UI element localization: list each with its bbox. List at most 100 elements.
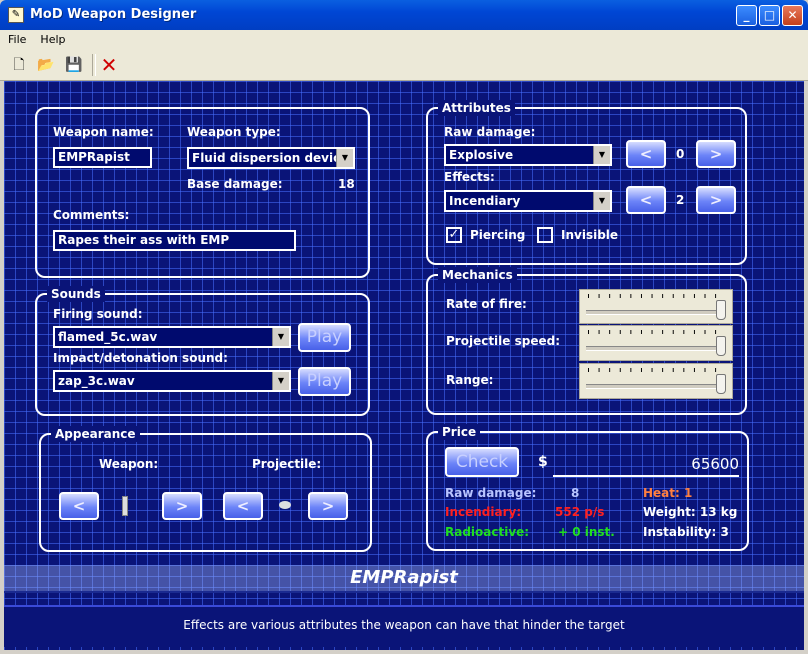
range-slider[interactable]: [579, 363, 733, 399]
projectile-appearance-label: Projectile:: [252, 457, 322, 471]
attributes-panel: Attributes Raw damage: Explosive ▼ < 0 >…: [426, 100, 747, 265]
close-button[interactable]: ✕: [782, 5, 803, 26]
price-panel: Price Check $ 65600 Raw damage: 8 Heat: …: [426, 424, 749, 551]
base-damage-value: 18: [338, 177, 355, 191]
designer-area: Weapon name: Weapon type: EMPRapist Flui…: [4, 81, 804, 650]
raw-damage-price-label: Raw damage:: [445, 486, 537, 500]
rate-of-fire-label: Rate of fire:: [446, 297, 527, 311]
banner-weapon-name: EMPRapist: [350, 567, 458, 588]
check-price-button[interactable]: Check: [445, 447, 519, 477]
slider-ticks: [588, 368, 724, 372]
status-text: Effects are various attributes the weapo…: [183, 618, 625, 632]
weapon-prev-button[interactable]: <: [59, 492, 99, 520]
weapon-type-select[interactable]: Fluid dispersion device ▼: [187, 147, 355, 169]
raw-damage-next-button[interactable]: >: [696, 140, 736, 168]
range-label: Range:: [446, 373, 494, 387]
status-bar: Effects are various attributes the weapo…: [4, 605, 804, 647]
invisible-checkbox[interactable]: [537, 227, 553, 243]
new-file-icon[interactable]: 🗋: [8, 54, 30, 76]
raw-damage-label: Raw damage:: [444, 125, 536, 139]
chevron-down-icon[interactable]: ▼: [272, 328, 289, 346]
piercing-label: Piercing: [470, 228, 526, 242]
effects-prev-button[interactable]: <: [626, 186, 666, 214]
price-legend: Price: [438, 424, 481, 440]
projectile-next-button[interactable]: >: [308, 492, 348, 520]
appearance-legend: Appearance: [51, 426, 140, 442]
instability-stat: Instability: 3: [643, 525, 729, 539]
raw-damage-price-value: 8: [571, 486, 580, 500]
sounds-legend: Sounds: [47, 286, 105, 302]
toolbar: 🗋 📂 💾 ✕: [0, 50, 808, 81]
weapon-next-button[interactable]: >: [162, 492, 202, 520]
rate-of-fire-slider[interactable]: [579, 289, 733, 324]
mechanics-legend: Mechanics: [438, 267, 517, 283]
piercing-checkbox[interactable]: ✓: [446, 227, 462, 243]
impact-sound-label: Impact/detonation sound:: [53, 351, 228, 365]
incendiary-value: 552 p/s: [555, 505, 605, 519]
projectile-sprite-image: [279, 501, 291, 509]
effects-label: Effects:: [444, 170, 495, 184]
raw-damage-prev-button[interactable]: <: [626, 140, 666, 168]
weapon-sprite-image: [122, 496, 128, 516]
maximize-button[interactable]: □: [759, 5, 780, 26]
radioactive-label: Radioactive:: [445, 525, 530, 539]
invisible-label: Invisible: [561, 228, 619, 242]
menu-file[interactable]: File: [0, 30, 32, 46]
firing-sound-value: flamed_5c.wav: [58, 330, 158, 344]
weapon-appearance-label: Weapon:: [99, 457, 159, 471]
play-firing-sound-button[interactable]: Play: [298, 323, 351, 352]
title-bar[interactable]: ✎ MoD Weapon Designer _ □ ✕: [0, 0, 808, 30]
weapon-name-label: Weapon name:: [53, 125, 154, 139]
slider-thumb[interactable]: [716, 300, 726, 320]
heat-stat: Heat: 1: [643, 486, 693, 500]
weapon-type-label: Weapon type:: [187, 125, 281, 139]
app-icon: ✎: [8, 7, 24, 23]
slider-track: [586, 346, 726, 351]
comments-label: Comments:: [53, 208, 130, 222]
delete-icon[interactable]: ✕: [98, 54, 120, 76]
raw-damage-count: 0: [676, 147, 685, 161]
menu-bar: File Help: [0, 30, 808, 50]
incendiary-label: Incendiary:: [445, 505, 522, 519]
weapon-type-value: Fluid dispersion device: [192, 151, 349, 165]
weapon-name-input[interactable]: EMPRapist: [53, 147, 152, 168]
slider-thumb[interactable]: [716, 336, 726, 356]
effects-value: Incendiary: [449, 194, 521, 208]
chevron-down-icon[interactable]: ▼: [593, 146, 610, 164]
comments-input[interactable]: Rapes their ass with EMP: [53, 230, 296, 251]
impact-sound-select[interactable]: zap_3c.wav ▼: [53, 370, 291, 392]
weapon-panel: Weapon name: Weapon type: EMPRapist Flui…: [35, 107, 370, 278]
open-folder-icon[interactable]: 📂: [35, 54, 57, 76]
slider-thumb[interactable]: [716, 374, 726, 394]
appearance-panel: Appearance Weapon: Projectile: < > < >: [39, 426, 372, 552]
slider-ticks: [588, 294, 724, 298]
sounds-panel: Sounds Firing sound: flamed_5c.wav ▼ Pla…: [35, 286, 370, 416]
projectile-speed-slider[interactable]: [579, 325, 733, 361]
weight-stat: Weight: 13 kg: [643, 505, 738, 519]
play-impact-sound-button[interactable]: Play: [298, 367, 351, 396]
firing-sound-select[interactable]: flamed_5c.wav ▼: [53, 326, 291, 348]
price-value: 65600: [553, 453, 739, 477]
slider-track: [586, 310, 726, 315]
effects-next-button[interactable]: >: [696, 186, 736, 214]
chevron-down-icon[interactable]: ▼: [336, 149, 353, 167]
save-icon[interactable]: 💾: [63, 54, 85, 76]
projectile-speed-label: Projectile speed:: [446, 334, 560, 348]
window-title: MoD Weapon Designer: [30, 7, 197, 22]
raw-damage-select[interactable]: Explosive ▼: [444, 144, 612, 166]
chevron-down-icon[interactable]: ▼: [272, 372, 289, 390]
attributes-legend: Attributes: [438, 100, 515, 116]
impact-sound-value: zap_3c.wav: [58, 374, 135, 388]
firing-sound-label: Firing sound:: [53, 307, 143, 321]
mechanics-panel: Mechanics Rate of fire: Projectile speed…: [426, 267, 747, 415]
currency-symbol: $: [538, 454, 548, 470]
effects-select[interactable]: Incendiary ▼: [444, 190, 612, 212]
minimize-button[interactable]: _: [736, 5, 757, 26]
toolbar-separator: [92, 54, 96, 76]
projectile-prev-button[interactable]: <: [223, 492, 263, 520]
menu-help[interactable]: Help: [32, 30, 71, 46]
raw-damage-value: Explosive: [449, 148, 514, 162]
chevron-down-icon[interactable]: ▼: [593, 192, 610, 210]
base-damage-label: Base damage:: [187, 177, 283, 191]
slider-track: [586, 384, 726, 389]
